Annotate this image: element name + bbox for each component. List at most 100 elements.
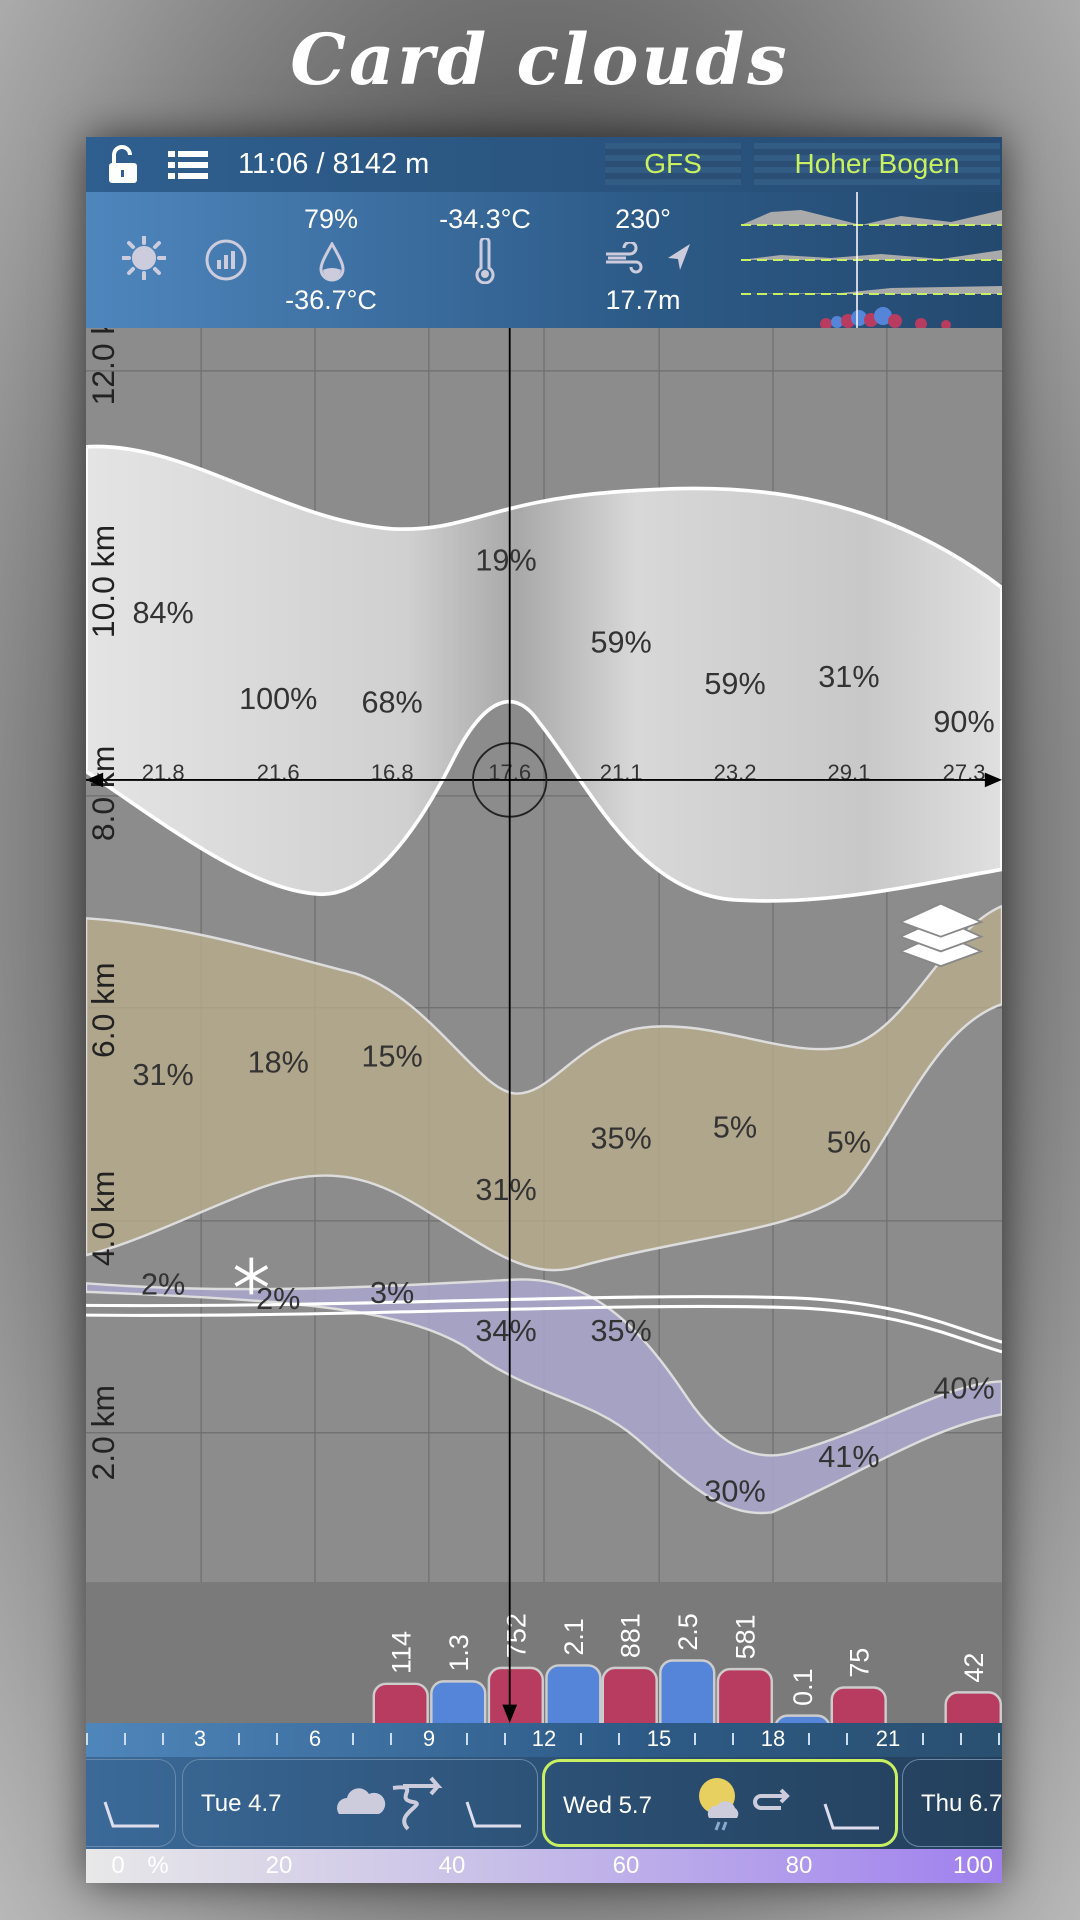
day-card[interactable]	[86, 1759, 176, 1847]
hour-tick	[580, 1733, 582, 1745]
high-cloud-label: 59%	[591, 626, 652, 660]
hour-tick	[466, 1733, 468, 1745]
wind-altitude-value: 17.7m	[605, 285, 681, 315]
percent-scale-label: 20	[265, 1852, 293, 1879]
hour-tick	[846, 1733, 848, 1745]
wind-barb-icon	[465, 1801, 521, 1828]
mid-cloud-label: 15%	[362, 1040, 423, 1074]
cloud-layers-chart[interactable]: 12.0 km 10.0 km 8.0 km 6.0 km 4.0 km 2.0 km 8…	[86, 328, 1002, 1723]
mini-overview-chart[interactable]	[741, 192, 1002, 328]
menu-list-icon[interactable]	[168, 151, 208, 179]
location-selector[interactable]: Hoher Bogen	[754, 143, 1000, 185]
percent-scale: 0% 20 40 60 80 100	[86, 1849, 1002, 1883]
high-cloud-label: 19%	[475, 544, 536, 578]
wind-speeds-label: 23.2	[714, 760, 757, 785]
precip-bar[interactable]	[372, 1682, 429, 1723]
thermometer-icon	[475, 238, 495, 284]
hour-tick	[694, 1733, 696, 1745]
precip-bar-label: 1.3	[444, 1634, 474, 1671]
hour-tick	[618, 1733, 620, 1745]
y-axis-label: 10.0 km	[86, 525, 121, 638]
high-cloud-label: 84%	[133, 596, 194, 630]
dewpoint-value: -36.7°C	[285, 285, 377, 315]
low-cloud-label: 2%	[256, 1282, 300, 1316]
hour-label: 18	[760, 1726, 786, 1751]
hour-label: 12	[531, 1726, 557, 1751]
mid-cloud-label: 5%	[827, 1125, 871, 1159]
hour-tick	[124, 1733, 126, 1745]
cloudy-wind-icon	[337, 1776, 443, 1831]
wind-icon	[606, 242, 643, 274]
hour-tick	[390, 1733, 392, 1745]
high-cloud-label: 31%	[818, 660, 879, 694]
hour-label: 3	[193, 1726, 207, 1751]
percent-scale-label: 100	[952, 1852, 994, 1879]
time-altitude: 11:06 / 8142 m	[238, 148, 430, 180]
precip-bar-label: 2.5	[673, 1613, 703, 1650]
hour-tick	[808, 1733, 810, 1745]
hour-tick	[238, 1733, 240, 1745]
y-axis-label: 4.0 km	[86, 1171, 121, 1267]
low-cloud-label: 3%	[370, 1276, 414, 1310]
precip-bar[interactable]	[545, 1664, 602, 1723]
wind-direction-value: 230°	[615, 204, 671, 234]
unlock-icon[interactable]	[106, 145, 140, 185]
wind-speeds-label: 29.1	[827, 760, 870, 785]
percent-scale-label: %	[147, 1852, 169, 1879]
low-cloud-label: 34%	[475, 1314, 536, 1348]
y-axis-label: 8.0 km	[86, 746, 121, 842]
precip-bar[interactable]	[487, 1666, 544, 1723]
humidity-value: 79%	[303, 204, 359, 234]
precip-bar[interactable]	[430, 1680, 487, 1723]
low-cloud-label: 30%	[704, 1474, 765, 1508]
hour-tick	[504, 1733, 506, 1745]
precip-bar[interactable]	[944, 1691, 1002, 1723]
sun-icon[interactable]	[122, 236, 166, 280]
day-card[interactable]: Tue 4.7	[182, 1759, 538, 1847]
precip-bar[interactable]	[830, 1686, 887, 1723]
precip-bar[interactable]	[774, 1714, 830, 1723]
precip-bar[interactable]	[601, 1666, 658, 1723]
low-cloud-label: 40%	[933, 1371, 994, 1405]
hour-tick	[352, 1733, 354, 1745]
precip-bar[interactable]	[716, 1667, 773, 1723]
day-label: Tue 4.7	[201, 1790, 282, 1817]
wind-barb-icon	[823, 1803, 879, 1830]
hour-label: 6	[308, 1726, 322, 1751]
percent-scale-label: 60	[612, 1852, 640, 1879]
precip-bar-label: 581	[731, 1614, 761, 1659]
precip-bar-label: 881	[616, 1613, 646, 1658]
chart-circle-icon[interactable]	[204, 238, 248, 282]
hour-tick	[162, 1733, 164, 1745]
sun-rain-cloud-icon	[699, 1778, 790, 1831]
hour-tick	[86, 1733, 88, 1745]
precip-bar[interactable]	[659, 1659, 716, 1723]
model-selector[interactable]: GFS	[605, 143, 741, 185]
precip-bar-label: 75	[845, 1648, 875, 1678]
percent-scale-label: 40	[438, 1852, 466, 1879]
day-strip: Tue 4.7 Wed 5.7 Thu 6.7	[86, 1757, 1002, 1849]
hour-label: 9	[422, 1726, 436, 1751]
drop-icon	[319, 242, 345, 282]
hour-axis[interactable]: 3 6 9 12 15 18 21	[86, 1723, 1002, 1757]
mid-cloud-label: 35%	[591, 1122, 652, 1156]
hour-tick	[998, 1733, 1000, 1745]
high-cloud-label: 59%	[704, 667, 765, 701]
day-card[interactable]: Thu 6.7	[902, 1759, 1002, 1847]
hour-tick	[732, 1733, 734, 1745]
y-axis-label: 12.0 km	[86, 328, 121, 405]
low-cloud-label: 35%	[591, 1314, 652, 1348]
wind-speeds-label: 21.1	[600, 760, 643, 785]
day-label: Thu 6.7	[921, 1790, 1002, 1817]
low-cloud-label: 2%	[141, 1267, 185, 1301]
mid-cloud-label: 18%	[248, 1046, 309, 1080]
high-cloud-label: 68%	[362, 686, 423, 720]
day-card[interactable]: Wed 5.7	[542, 1759, 898, 1847]
wind-speeds-label: 27.3	[943, 760, 986, 785]
hour-tick	[960, 1733, 962, 1745]
y-axis-label: 2.0 km	[86, 1385, 121, 1481]
precip-bar-label: 42	[959, 1653, 989, 1683]
day-label: Wed 5.7	[563, 1792, 652, 1819]
wind-speeds-label: 16.8	[371, 760, 414, 785]
high-cloud-label: 100%	[239, 682, 317, 716]
